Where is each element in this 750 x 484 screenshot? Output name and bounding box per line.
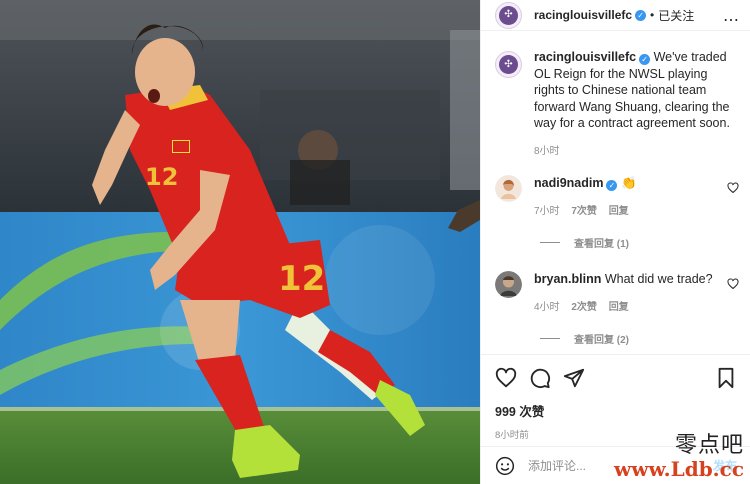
jersey-number-shorts: 12 [278, 259, 325, 299]
verified-badge-icon: ✓ [635, 9, 647, 21]
post-time[interactable]: 8小时前 [495, 427, 737, 441]
instagram-post: 12 12 ✣ racinglouisvillefc ✓ • 已关注 … ✣ r… [0, 0, 750, 484]
comment-like-heart-icon[interactable] [727, 181, 739, 194]
replies-divider [540, 241, 560, 243]
comments-section[interactable]: ✣ racinglouisvillefc ✓ We've traded OL Re… [481, 49, 750, 346]
add-comment-input[interactable] [528, 458, 678, 473]
comment-text: 👏 [620, 175, 637, 190]
verified-badge-icon: ✓ [639, 54, 651, 65]
commenter-avatar[interactable] [495, 174, 522, 202]
header-separator: • [650, 8, 655, 22]
comment-username[interactable]: bryan.blinn [534, 272, 601, 286]
comment-like-heart-icon[interactable] [727, 277, 739, 290]
emoji-smiley-icon[interactable] [495, 456, 515, 476]
view-replies-label: 查看回复 (1) [574, 238, 629, 250]
post-caption: ✣ racinglouisvillefc ✓ We've traded OL Re… [495, 49, 739, 157]
post-side-panel: ✣ racinglouisvillefc ✓ • 已关注 … ✣ racingl… [480, 0, 750, 484]
account-avatar[interactable]: ✣ [495, 1, 522, 29]
club-crest-icon: ✣ [499, 55, 518, 74]
following-button[interactable]: 已关注 [658, 7, 694, 24]
replies-divider [540, 337, 560, 339]
comment-item: bryan.blinn What did we trade? 4小时 2次赞 回… [495, 270, 739, 313]
comment-likes[interactable]: 7次赞 [571, 206, 597, 217]
comment-likes[interactable]: 2次赞 [571, 302, 597, 313]
comment-meta: 4小时 2次赞 回复 [534, 298, 726, 313]
comment-meta: 7小时 7次赞 回复 [534, 202, 726, 217]
caption-username[interactable]: racinglouisvillefc [534, 50, 636, 64]
post-header: ✣ racinglouisvillefc ✓ • 已关注 … [481, 0, 750, 31]
post-comment-button[interactable]: 发布 [713, 457, 737, 474]
more-options-icon[interactable]: … [723, 6, 740, 25]
caption-avatar[interactable]: ✣ [495, 51, 522, 78]
like-heart-icon[interactable] [495, 367, 517, 389]
caption-time[interactable]: 8小时 [534, 142, 734, 157]
club-crest-icon: ✣ [499, 5, 518, 25]
verified-badge-icon: ✓ [606, 179, 618, 191]
comment-time[interactable]: 7小时 [534, 206, 560, 217]
caption-text-block: racinglouisvillefc ✓ We've traded OL Reig… [534, 49, 734, 132]
header-username[interactable]: racinglouisvillefc [534, 8, 632, 22]
view-replies-button[interactable]: 查看回复 (1) [540, 235, 739, 250]
player-photo-illustration: 12 12 [0, 0, 480, 484]
view-replies-label: 查看回复 (2) [574, 334, 629, 346]
like-count[interactable]: 999 次赞 [495, 401, 737, 420]
comment-username[interactable]: nadi9nadim [534, 176, 603, 190]
comment-item: nadi9nadim ✓ 👏 7小时 7次赞 回复 [495, 174, 739, 217]
view-replies-button[interactable]: 查看回复 (2) [540, 331, 739, 346]
commenter-avatar[interactable] [495, 270, 522, 298]
reply-button[interactable]: 回复 [609, 206, 629, 217]
action-bar: 999 次赞 8小时前 [481, 354, 750, 441]
reply-button[interactable]: 回复 [609, 302, 629, 313]
save-bookmark-icon[interactable] [715, 367, 737, 389]
comment-time[interactable]: 4小时 [534, 302, 560, 313]
jersey-number-chest: 12 [145, 163, 178, 191]
add-comment-bar: 发布 [481, 446, 750, 484]
comment-bubble-icon[interactable] [529, 367, 551, 389]
post-photo[interactable]: 12 12 [0, 0, 480, 484]
comment-text: What did we trade? [604, 271, 713, 286]
share-paper-plane-icon[interactable] [563, 367, 585, 389]
